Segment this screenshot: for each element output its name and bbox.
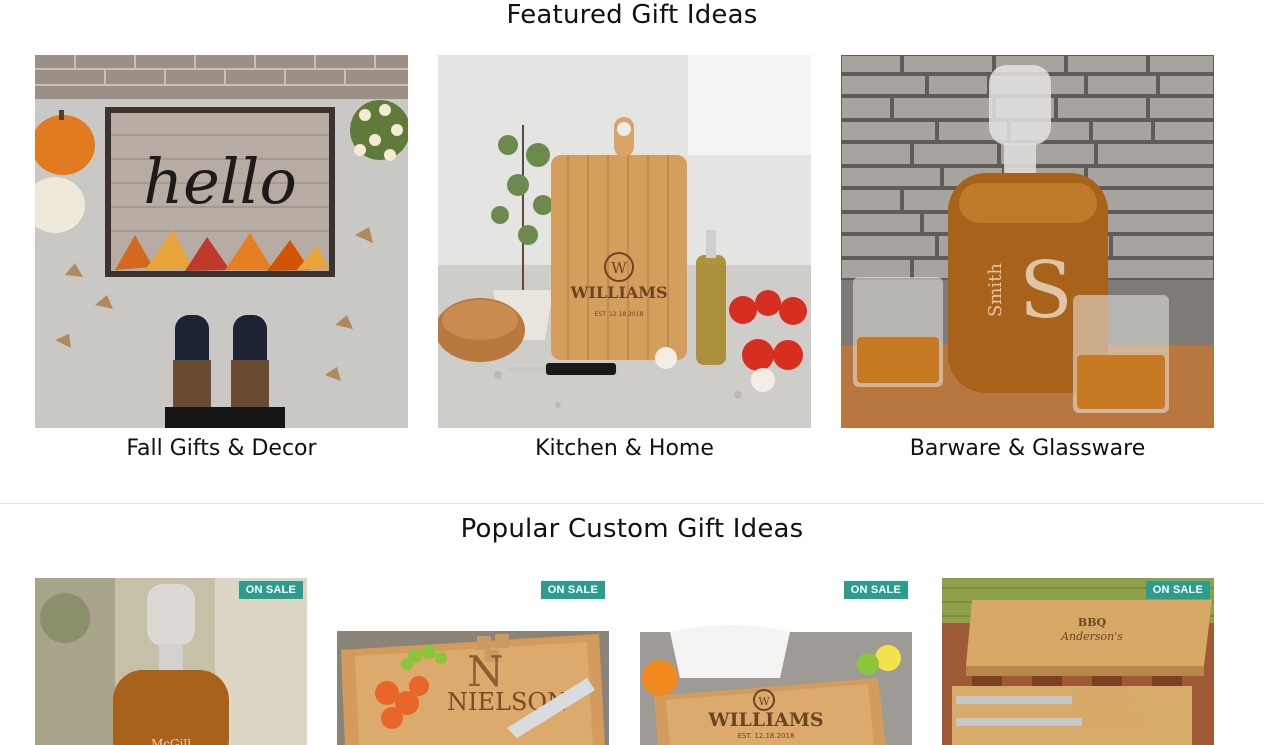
board3-engraving: WILLIAMS (707, 709, 823, 731)
fall-gifts-link[interactable]: Fall Gifts & Decor (35, 436, 408, 461)
section-divider (0, 503, 1264, 504)
fall-gifts-image[interactable]: hello (35, 55, 408, 428)
kitchen-home-link[interactable]: Kitchen & Home (438, 436, 811, 461)
decanter-initial: S (1019, 246, 1072, 336)
board-engraving: WILLIAMS (569, 283, 667, 302)
featured-section-title: Featured Gift Ideas (506, 0, 758, 30)
on-sale-badge: ON SALE (238, 581, 303, 599)
decanter-product-image[interactable]: McGill (35, 578, 307, 745)
featured-card-fall[interactable]: hello Fall Gifts & Decor (35, 55, 408, 461)
bbq-engraving: Anderson's (1060, 630, 1123, 643)
decanter-product-engraving: McGill (151, 737, 191, 745)
product-card-bamboo-board[interactable]: ON SALE W WILLIAMS EST. 12.18.2018 (640, 578, 912, 745)
featured-card-barware[interactable]: S Smith Barware & Glassware (841, 55, 1214, 461)
on-sale-badge: ON SALE (843, 581, 908, 599)
bbq-tag: BBQ (1078, 616, 1107, 629)
cutting-board-product-image[interactable]: N NIELSON (337, 578, 609, 745)
mat-hello-text: hello (143, 145, 297, 218)
bamboo-board-product-image[interactable]: W WILLIAMS EST. 12.18.2018 (640, 578, 912, 745)
featured-card-kitchen[interactable]: W WILLIAMS EST. 12.18.2018 Kitchen & Hom… (438, 55, 811, 461)
bbq-set-product-image[interactable]: BBQ Anderson's (942, 578, 1214, 745)
on-sale-badge: ON SALE (540, 581, 605, 599)
board3-est: EST. 12.18.2018 (738, 732, 795, 740)
board-initial: W (611, 259, 627, 277)
barware-glassware-link[interactable]: Barware & Glassware (841, 436, 1214, 461)
kitchen-home-image[interactable]: W WILLIAMS EST. 12.18.2018 (438, 55, 811, 428)
on-sale-badge: ON SALE (1145, 581, 1210, 599)
product-card-decanter[interactable]: ON SALE McGill (35, 578, 307, 745)
product-card-bbq-set[interactable]: ON SALE BBQ Anderson's (942, 578, 1214, 745)
board3-initial: W (758, 695, 770, 708)
popular-section-title: Popular Custom Gift Ideas (460, 514, 804, 544)
decanter-engraving: Smith (985, 263, 1006, 317)
product-card-cutting-board[interactable]: ON SALE N NIELSON (337, 578, 609, 745)
barware-glassware-image[interactable]: S Smith (841, 55, 1214, 428)
board-est: EST. 12.18.2018 (595, 311, 644, 318)
